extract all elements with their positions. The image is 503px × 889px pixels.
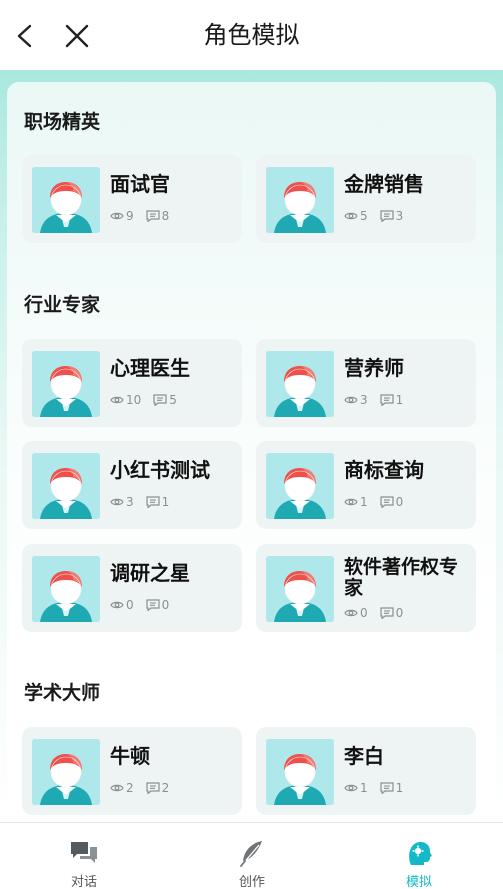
avatar [266,351,334,417]
role-stats: 2 2 [110,781,181,795]
page-title: 角色模拟 [203,21,300,49]
eye-icon [110,600,124,610]
role-name: 牛顿 [110,744,150,768]
role-stats: 0 0 [110,598,181,612]
role-stats: 10 5 [110,393,189,407]
view-count: 0 [126,598,134,612]
view-count: 3 [360,393,368,407]
comment-icon [153,394,167,406]
role-stats: 5 3 [344,209,415,223]
eye-icon [344,497,358,507]
tab-create[interactable]: 创作 [168,823,336,889]
role-card-li-bai[interactable]: 李白 1 1 [256,727,476,815]
role-card-gold-sales[interactable]: 金牌销售 5 3 [256,155,476,243]
comment-icon [146,496,160,508]
avatar [32,556,100,622]
section-title-academic-masters: 学术大师 [24,682,101,704]
role-stats: 3 1 [344,393,415,407]
comment-icon [380,607,394,619]
comment-count: 8 [161,209,170,223]
role-name: 金牌销售 [344,172,424,196]
profile-head-icon [409,841,432,865]
eye-icon [110,783,124,793]
view-count: 9 [126,209,134,223]
role-card-interviewer[interactable]: 面试官 9 8 [22,155,242,243]
role-stats: 0 0 [344,606,415,620]
view-count: 3 [126,495,134,509]
role-card-xiaohongshu-test[interactable]: 小红书测试 3 1 [22,441,242,529]
role-card-software-copyright-expert[interactable]: 软件著作权专家 0 0 [256,544,476,632]
role-card-trademark-query[interactable]: 商标查询 1 0 [256,441,476,529]
eye-icon [110,395,124,405]
feather-icon [240,841,262,867]
eye-icon [110,211,124,221]
role-card-research-star[interactable]: 调研之星 0 0 [22,544,242,632]
eye-icon [344,608,358,618]
role-name: 小红书测试 [110,458,210,482]
view-count: 2 [126,781,134,795]
comment-icon [380,496,394,508]
role-name: 面试官 [110,172,170,196]
view-count: 5 [360,209,368,223]
role-stats: 9 8 [110,209,181,223]
role-stats: 1 1 [344,781,415,795]
comment-count: 1 [161,495,170,509]
role-card-nutritionist[interactable]: 营养师 3 1 [256,339,476,427]
role-stats: 3 1 [110,495,181,509]
comment-icon [146,782,160,794]
comment-icon [146,599,160,611]
view-count: 0 [360,606,368,620]
role-card-newton[interactable]: 牛顿 2 2 [22,727,242,815]
comment-count: 1 [395,781,404,795]
top-bar: 角色模拟 [0,0,503,70]
comment-count: 0 [395,495,404,509]
tab-chat[interactable]: 对话 [0,823,168,889]
role-list-panel[interactable]: 职场精英 面试官 9 8 金牌销售 5 3 行业专家 心理医生 10 5 营养师… [7,82,496,842]
avatar [32,167,100,233]
avatar [266,167,334,233]
avatar [32,739,100,805]
eye-icon [344,783,358,793]
comment-count: 0 [161,598,170,612]
view-count: 1 [360,495,368,509]
role-name: 调研之星 [110,561,190,585]
view-count: 1 [360,781,368,795]
eye-icon [344,395,358,405]
role-name: 商标查询 [344,458,424,482]
avatar [32,453,100,519]
avatar [32,351,100,417]
tab-label: 创作 [238,875,265,889]
avatar [266,453,334,519]
role-stats: 1 0 [344,495,415,509]
tab-simulate[interactable]: 模拟 [335,823,503,889]
view-count: 10 [126,393,142,407]
role-name: 心理医生 [110,356,190,380]
avatar [266,739,334,805]
eye-icon [110,497,124,507]
comment-icon [380,394,394,406]
role-name: 李白 [344,744,384,768]
role-card-psychologist[interactable]: 心理医生 10 5 [22,339,242,427]
comment-icon [146,210,160,222]
comment-count: 3 [395,209,404,223]
comment-count: 5 [169,393,177,407]
eye-icon [344,211,358,221]
section-title-workplace: 职场精英 [24,111,101,133]
comment-count: 1 [395,393,404,407]
avatar [266,556,334,622]
role-name: 营养师 [344,356,404,380]
comment-count: 2 [161,781,170,795]
chat-bubbles-icon [71,842,97,863]
comment-count: 0 [395,606,404,620]
bottom-tab-bar: 对话 创作 模拟 [0,822,503,889]
tab-label: 模拟 [405,875,432,889]
section-title-industry-experts: 行业专家 [24,294,101,316]
comment-icon [380,210,394,222]
comment-icon [380,782,394,794]
tab-label: 对话 [70,875,97,889]
role-name: 软件著作权专家 [344,556,459,599]
